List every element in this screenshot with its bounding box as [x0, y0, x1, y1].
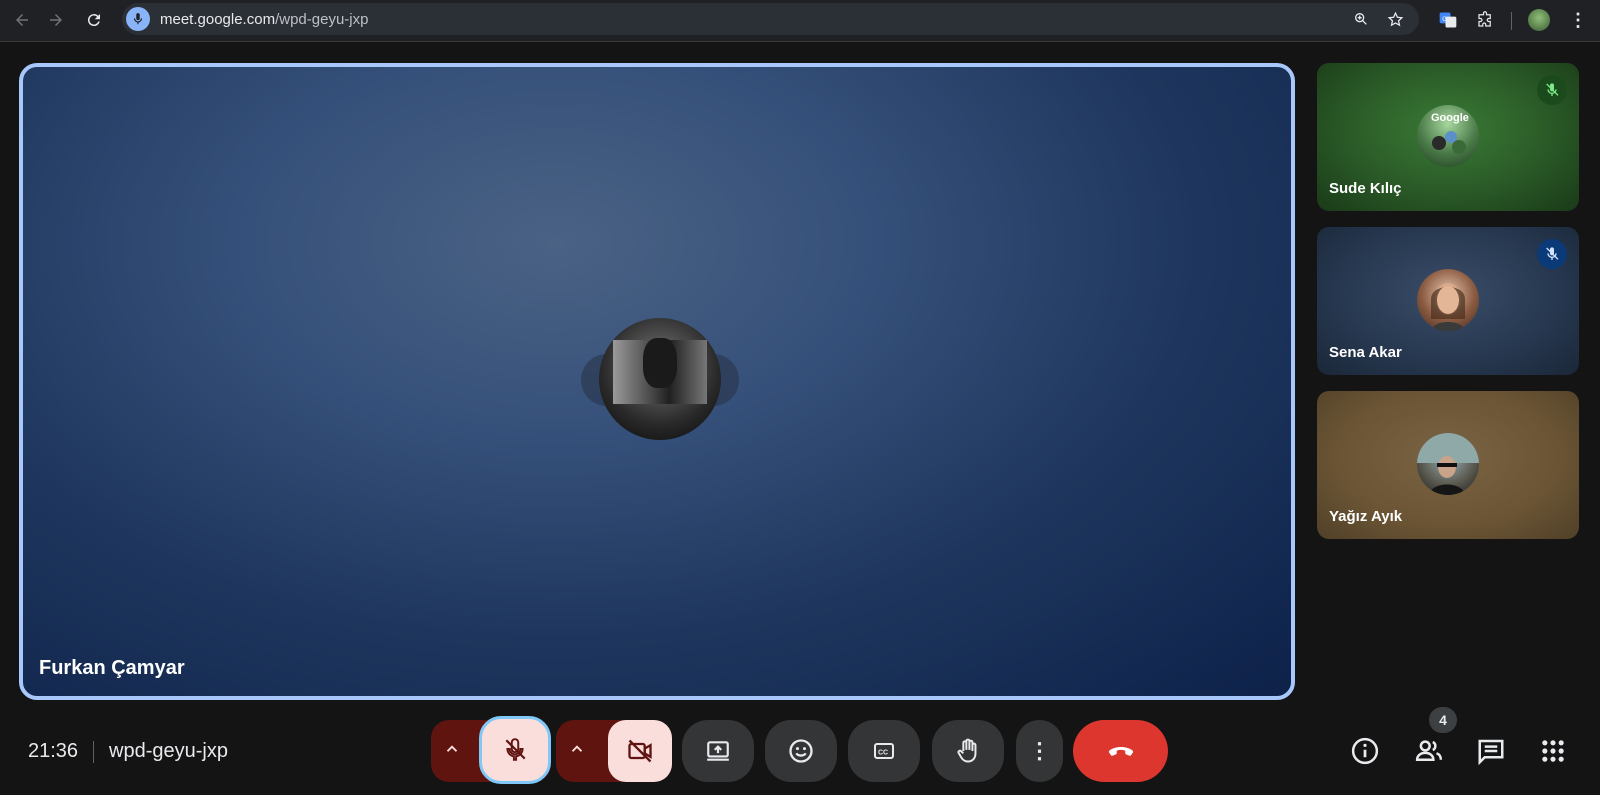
participant-avatar	[599, 318, 721, 440]
info-icon	[1351, 737, 1379, 765]
profile-picture	[1528, 9, 1550, 31]
emoji-icon	[789, 739, 813, 763]
leave-call-button[interactable]	[1073, 720, 1168, 782]
camera-toggle-button[interactable]	[608, 720, 672, 782]
activities-button[interactable]	[1535, 733, 1571, 769]
avatar-photo	[1417, 433, 1479, 495]
profile-avatar[interactable]	[1526, 7, 1552, 33]
meeting-stage: ⋮ Furkan Çamyar Google Sude Kılıç Sena A…	[0, 43, 1600, 795]
chat-icon	[1478, 739, 1504, 766]
participant-avatar	[1417, 433, 1479, 495]
participant-avatar: Google	[1417, 105, 1479, 167]
meeting-details-button[interactable]	[1347, 733, 1383, 769]
captions-button[interactable]: CC	[848, 720, 920, 782]
browser-toolbar: meet.google.com/wpd-geyu-jxp G ⋮	[0, 0, 1600, 42]
microphone-toggle-button[interactable]	[479, 716, 551, 784]
avatar-silhouette	[643, 338, 677, 388]
toolbar-divider	[1511, 12, 1512, 30]
people-icon	[1415, 740, 1443, 761]
people-count-badge: 4	[1429, 707, 1457, 733]
main-participant-tile[interactable]: ⋮ Furkan Çamyar	[19, 63, 1295, 700]
more-vert-icon: ⋮	[1028, 738, 1051, 763]
participant-tile[interactable]: Yağız Ayık	[1317, 391, 1579, 539]
divider	[93, 741, 94, 763]
more-options-button[interactable]: ⋮	[1016, 720, 1063, 782]
svg-text:G: G	[1442, 16, 1447, 23]
bookmark-star-icon[interactable]	[1383, 7, 1407, 31]
url-host: meet.google.com	[160, 11, 276, 28]
present-screen-button[interactable]	[682, 720, 754, 782]
browser-menu-icon[interactable]: ⋮	[1565, 7, 1591, 33]
present-screen-icon	[707, 741, 729, 761]
chat-button[interactable]	[1473, 733, 1509, 769]
apps-grid-icon	[1542, 740, 1564, 762]
participant-name: Sena Akar	[1329, 344, 1402, 361]
chevron-up-icon[interactable]	[568, 740, 586, 763]
microphone-in-use-icon[interactable]	[126, 7, 150, 31]
participant-name: Sude Kılıç	[1329, 180, 1402, 197]
mic-off-icon	[1537, 239, 1567, 269]
raise-hand-icon	[957, 738, 977, 763]
svg-text:CC: CC	[878, 750, 888, 757]
translate-icon[interactable]: G	[1435, 7, 1461, 33]
reload-icon[interactable]	[80, 6, 108, 34]
google-logo-photo: Google	[1431, 112, 1469, 154]
forward-arrow-icon[interactable]	[42, 6, 70, 34]
back-arrow-icon[interactable]	[8, 6, 36, 34]
extensions-puzzle-icon[interactable]	[1472, 7, 1498, 33]
avatar-photo	[1431, 283, 1465, 331]
participant-tile[interactable]: Sena Akar	[1317, 227, 1579, 375]
participant-name: Yağız Ayık	[1329, 508, 1403, 525]
raise-hand-button[interactable]	[932, 720, 1004, 782]
end-call-icon	[1108, 747, 1133, 756]
address-bar[interactable]: meet.google.com/wpd-geyu-jxp	[122, 3, 1419, 35]
mic-off-icon	[1537, 75, 1567, 105]
participant-tile[interactable]: Google Sude Kılıç	[1317, 63, 1579, 211]
meeting-clock: 21:36	[28, 740, 79, 762]
closed-captions-icon: CC	[874, 743, 894, 759]
participant-avatar	[1417, 269, 1479, 331]
svg-text:Google: Google	[1431, 112, 1469, 124]
camera-off-icon	[628, 739, 652, 763]
url-path: /wpd-geyu-jxp	[275, 11, 369, 28]
zoom-icon[interactable]	[1349, 7, 1373, 31]
meeting-code: wpd-geyu-jxp	[109, 740, 228, 762]
chevron-up-icon[interactable]	[443, 740, 461, 763]
url-text: meet.google.com/wpd-geyu-jxp	[160, 11, 368, 28]
mic-off-icon	[505, 738, 526, 761]
people-button[interactable]	[1411, 733, 1447, 769]
send-reaction-button[interactable]	[765, 720, 837, 782]
participant-name: Furkan Çamyar	[39, 657, 185, 679]
